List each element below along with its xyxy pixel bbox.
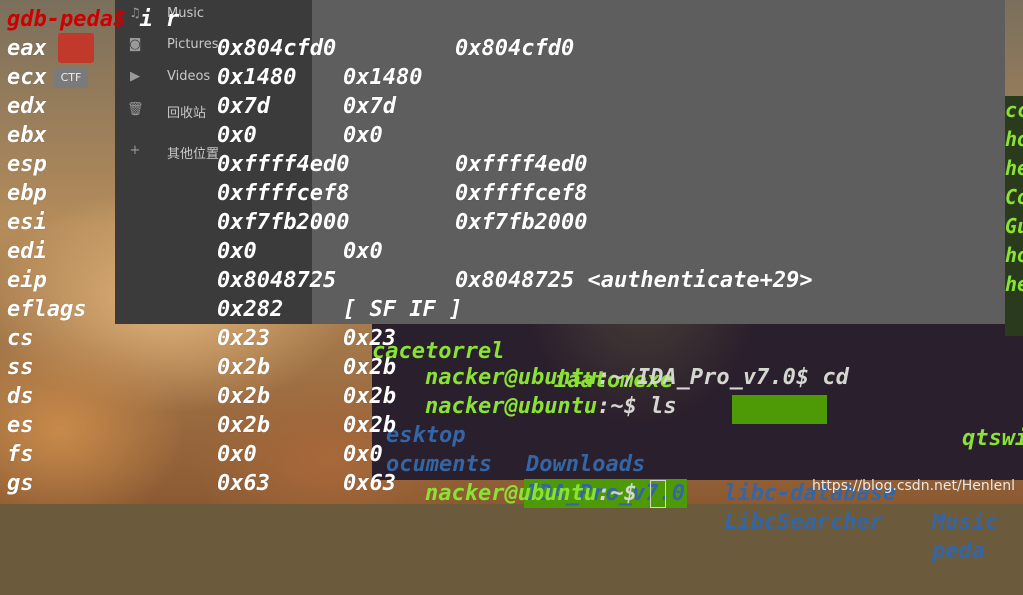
register-hex: 0x0	[217, 239, 257, 264]
register-hex: 0x63	[217, 471, 270, 496]
gdb-prompt-line: gdb-peda$ i r	[7, 5, 179, 34]
register-value: 0xf7fb2000	[455, 210, 588, 235]
register-hex: 0x7d	[217, 94, 270, 119]
register-value: 0x0	[343, 123, 383, 148]
gdb-output: gdb-peda$ i r eax 0x804cfd0 0x804cfd0 ecx 0x…	[0, 0, 1023, 504]
register-row: eax 0x804cfd0 0x804cfd0	[0, 34, 1023, 63]
register-name: es	[7, 413, 34, 438]
register-value: 0x63	[343, 471, 396, 496]
register-hex: 0xffff4ed0	[217, 152, 350, 177]
register-name: ecx	[7, 65, 47, 90]
register-value: 0xffff4ed0	[455, 152, 588, 177]
register-name: cs	[7, 326, 34, 351]
register-row: ecx 0x1480 0x1480	[0, 63, 1023, 92]
register-row: eflags 0x282 [ SF IF ]	[0, 295, 1023, 324]
register-value: 0x23	[343, 326, 396, 351]
register-name: esi	[7, 210, 47, 235]
register-row: ds 0x2b 0x2b	[0, 382, 1023, 411]
register-value: 0x2b	[343, 413, 396, 438]
register-hex: 0x8048725	[217, 268, 337, 293]
register-hex: 0x0	[217, 442, 257, 467]
register-hex: 0x0	[217, 123, 257, 148]
register-name: fs	[7, 442, 34, 467]
register-hex: 0xffffcef8	[217, 181, 350, 206]
gdb-prompt: gdb-peda$	[7, 7, 127, 32]
register-hex: 0x2b	[217, 384, 270, 409]
register-row: esi 0xf7fb2000 0xf7fb2000	[0, 208, 1023, 237]
register-hex: 0x804cfd0	[217, 36, 337, 61]
register-row: eip 0x8048725 0x8048725 <authenticate+29>	[0, 266, 1023, 295]
register-row: fs 0x0 0x0	[0, 440, 1023, 469]
register-value: 0x2b	[343, 384, 396, 409]
register-value: 0x804cfd0	[455, 36, 575, 61]
register-name: ds	[7, 384, 34, 409]
register-hex: 0x2b	[217, 355, 270, 380]
register-row: ebp 0xffffcef8 0xffffcef8	[0, 179, 1023, 208]
register-hex: 0x2b	[217, 413, 270, 438]
register-name: ss	[7, 355, 34, 380]
register-row: cs 0x23 0x23	[0, 324, 1023, 353]
register-row: esp 0xffff4ed0 0xffff4ed0	[0, 150, 1023, 179]
register-row: es 0x2b 0x2b	[0, 411, 1023, 440]
register-name: gs	[7, 471, 34, 496]
register-name: eflags	[7, 297, 87, 322]
watermark-url: https://blog.csdn.net/Henlenl	[811, 478, 1015, 494]
register-name: esp	[7, 152, 47, 177]
register-name: ebx	[7, 123, 47, 148]
register-row: edx 0x7d 0x7d	[0, 92, 1023, 121]
register-value: 0x7d	[343, 94, 396, 119]
register-value: [ SF IF ]	[343, 297, 463, 322]
register-name: ebp	[7, 181, 47, 206]
register-value: 0xffffcef8	[455, 181, 588, 206]
register-name: eip	[7, 268, 47, 293]
register-value: 0x8048725 <authenticate+29>	[455, 268, 813, 293]
register-row: ebx 0x0 0x0	[0, 121, 1023, 150]
gdb-command: i r	[126, 7, 180, 32]
register-hex: 0x1480	[217, 65, 297, 90]
register-hex: 0x23	[217, 326, 270, 351]
register-name: edx	[7, 94, 47, 119]
register-value: 0x0	[343, 442, 383, 467]
register-hex: 0xf7fb2000	[217, 210, 350, 235]
register-row: ss 0x2b 0x2b	[0, 353, 1023, 382]
register-value: 0x1480	[343, 65, 423, 90]
register-name: edi	[7, 239, 47, 264]
register-row: edi 0x0 0x0	[0, 237, 1023, 266]
register-value: 0x2b	[343, 355, 396, 380]
register-name: eax	[7, 36, 47, 61]
register-value: 0x0	[343, 239, 383, 264]
register-hex: 0x282	[217, 297, 284, 322]
